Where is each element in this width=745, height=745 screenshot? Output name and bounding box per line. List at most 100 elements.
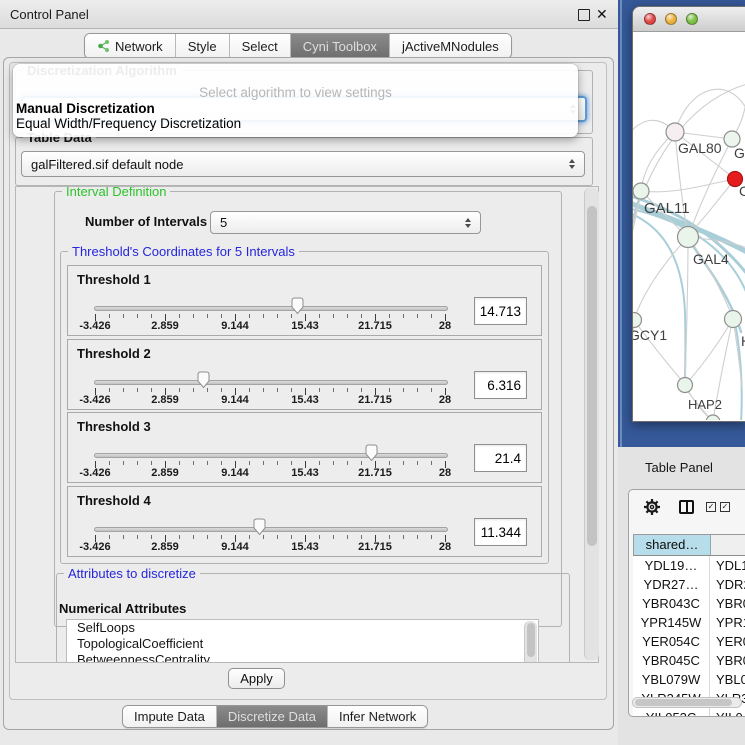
close-window-icon[interactable] bbox=[644, 13, 656, 25]
table-cell[interactable]: YBL0 bbox=[710, 670, 745, 689]
table-row[interactable]: YIL052CYIL0 bbox=[633, 708, 745, 717]
slider-tick bbox=[123, 314, 124, 318]
table-cell[interactable]: YDR2 bbox=[710, 575, 745, 594]
tab-style[interactable]: Style bbox=[176, 34, 230, 58]
gear-icon[interactable] bbox=[642, 497, 662, 517]
table-cell[interactable]: YBR0 bbox=[710, 594, 745, 613]
table-cell[interactable]: YIL052C bbox=[633, 708, 710, 717]
slider-tick bbox=[417, 314, 418, 318]
slider-track[interactable] bbox=[94, 306, 448, 311]
table-row[interactable]: YBR045CYBR0 bbox=[633, 651, 745, 670]
node-h[interactable] bbox=[725, 311, 742, 328]
table-cell[interactable]: YDL1 bbox=[710, 556, 745, 575]
close-panel-icon[interactable]: ✕ bbox=[596, 6, 608, 23]
threshold-value-field[interactable] bbox=[474, 518, 527, 546]
table-horizontal-scrollbar-thumb[interactable] bbox=[635, 699, 732, 706]
maximize-window-icon[interactable] bbox=[686, 13, 698, 25]
node-gal4[interactable] bbox=[678, 227, 699, 248]
tab-select[interactable]: Select bbox=[230, 34, 291, 58]
tab-impute-data[interactable]: Impute Data bbox=[123, 706, 217, 727]
table-cell[interactable]: YPR145W bbox=[633, 613, 710, 632]
slider-thumb[interactable] bbox=[364, 444, 379, 462]
slider-thumb[interactable] bbox=[290, 297, 305, 315]
table-header-shared[interactable]: shared… bbox=[634, 535, 711, 555]
table-cell[interactable]: YER054C bbox=[633, 632, 710, 651]
table-row[interactable]: YBL079WYBL0 bbox=[633, 670, 745, 689]
tab-discretize-data[interactable]: Discretize Data bbox=[217, 706, 328, 727]
slider-tick-label: 28 bbox=[420, 320, 470, 332]
slider-tick bbox=[263, 388, 264, 392]
table-cell[interactable]: YIL0 bbox=[710, 708, 745, 717]
table-cell[interactable]: YBL079W bbox=[633, 670, 710, 689]
tab-network[interactable]: Network bbox=[85, 34, 176, 58]
slider-tick bbox=[417, 535, 418, 539]
threshold-value-field[interactable] bbox=[474, 371, 527, 399]
table-cell[interactable]: YBR045C bbox=[633, 651, 710, 670]
node-label: GAL4 bbox=[693, 251, 729, 267]
tab-infer-network[interactable]: Infer Network bbox=[328, 706, 427, 727]
table-cell[interactable]: YBR0 bbox=[710, 651, 745, 670]
table-cell[interactable]: YBR043C bbox=[633, 594, 710, 613]
table-cell[interactable]: YDR27… bbox=[633, 575, 710, 594]
network-window[interactable]: GAL80GACGAL11GAL4GCY1HHAP2 bbox=[632, 6, 745, 422]
attribute-item[interactable]: BetweennessCentrality bbox=[67, 652, 538, 663]
algorithm-option-2[interactable]: Equal Width/Frequency Discretization bbox=[16, 116, 575, 131]
table-cell[interactable]: YDL19… bbox=[633, 556, 710, 575]
slider-track[interactable] bbox=[94, 527, 448, 532]
table-row[interactable]: YDL19…YDL1 bbox=[633, 556, 745, 575]
attributes-scrollbar[interactable] bbox=[524, 621, 537, 663]
tab-cyni-toolbox[interactable]: Cyni Toolbox bbox=[291, 34, 390, 58]
column-layout-icon[interactable] bbox=[679, 500, 694, 514]
table-cell[interactable]: YER0 bbox=[710, 632, 745, 651]
panel-title: Control Panel bbox=[10, 7, 89, 22]
settings-scrollbar-thumb[interactable] bbox=[587, 206, 597, 546]
network-window-titlebar[interactable] bbox=[633, 7, 745, 32]
node-hap2[interactable] bbox=[678, 378, 693, 393]
network-graph[interactable]: GAL80GACGAL11GAL4GCY1HHAP2 bbox=[633, 32, 745, 420]
attribute-item[interactable]: TopologicalCoefficient bbox=[67, 636, 538, 652]
table-cell[interactable]: YPR1 bbox=[710, 613, 745, 632]
node-table[interactable]: shared…naYDL19…YDL1YDR27…YDR2YBR043CYBR0… bbox=[633, 534, 745, 717]
minimize-window-icon[interactable] bbox=[665, 13, 677, 25]
threshold-value-field[interactable] bbox=[474, 444, 527, 472]
table-header-name[interactable]: na bbox=[711, 535, 745, 555]
slider-tick bbox=[403, 535, 404, 539]
checkbox-icon[interactable]: ✓ bbox=[720, 502, 730, 512]
network-canvas[interactable]: GAL80GACGAL11GAL4GCY1HHAP2 bbox=[633, 32, 745, 420]
settings-scrollbar[interactable] bbox=[584, 188, 599, 660]
algorithm-option-1[interactable]: Manual Discretization bbox=[16, 101, 575, 116]
number-of-intervals-spinner[interactable]: 5 bbox=[210, 211, 481, 234]
numerical-attributes-label: Numerical Attributes bbox=[59, 601, 186, 616]
numerical-attributes-list[interactable]: SelfLoopsTopologicalCoefficientBetweenne… bbox=[66, 619, 539, 663]
checkbox-icon[interactable]: ✓ bbox=[706, 502, 716, 512]
attribute-item[interactable]: SelfLoops bbox=[67, 620, 538, 636]
table-horizontal-scrollbar[interactable] bbox=[632, 697, 742, 708]
slider-track[interactable] bbox=[94, 380, 448, 385]
spinner-stepper-icon[interactable] bbox=[465, 218, 471, 228]
tab-jactivemnodules[interactable]: jActiveMNodules bbox=[390, 34, 511, 58]
node-gal11[interactable] bbox=[633, 183, 649, 199]
table-row[interactable]: YER054CYER0 bbox=[633, 632, 745, 651]
slider-tick-label: -3.426 bbox=[70, 320, 120, 332]
slider-tick-label: -3.426 bbox=[70, 467, 120, 479]
apply-button[interactable]: Apply bbox=[228, 668, 285, 689]
slider-tick-label: 28 bbox=[420, 541, 470, 553]
combo-stepper-icon[interactable] bbox=[569, 159, 575, 169]
attributes-scrollbar-thumb[interactable] bbox=[527, 623, 535, 657]
slider-tick-label: 15.43 bbox=[280, 394, 330, 406]
table-data-combo[interactable]: galFiltered.sif default node bbox=[21, 151, 585, 177]
slider-tick bbox=[277, 535, 278, 539]
float-panel-icon[interactable] bbox=[578, 9, 590, 21]
node-gal80[interactable] bbox=[666, 123, 684, 141]
table-row[interactable]: YPR145WYPR1 bbox=[633, 613, 745, 632]
slider-thumb[interactable] bbox=[252, 518, 267, 536]
node-label: GCY1 bbox=[633, 327, 667, 343]
slider-thumb[interactable] bbox=[196, 371, 211, 389]
table-row[interactable]: YBR043CYBR0 bbox=[633, 594, 745, 613]
slider-track[interactable] bbox=[94, 453, 448, 458]
threshold-value-field[interactable] bbox=[474, 297, 527, 325]
slider-tick-label: 28 bbox=[420, 467, 470, 479]
node-gcy1[interactable] bbox=[633, 313, 642, 328]
table-row[interactable]: YDR27…YDR2 bbox=[633, 575, 745, 594]
slider-tick bbox=[277, 461, 278, 465]
